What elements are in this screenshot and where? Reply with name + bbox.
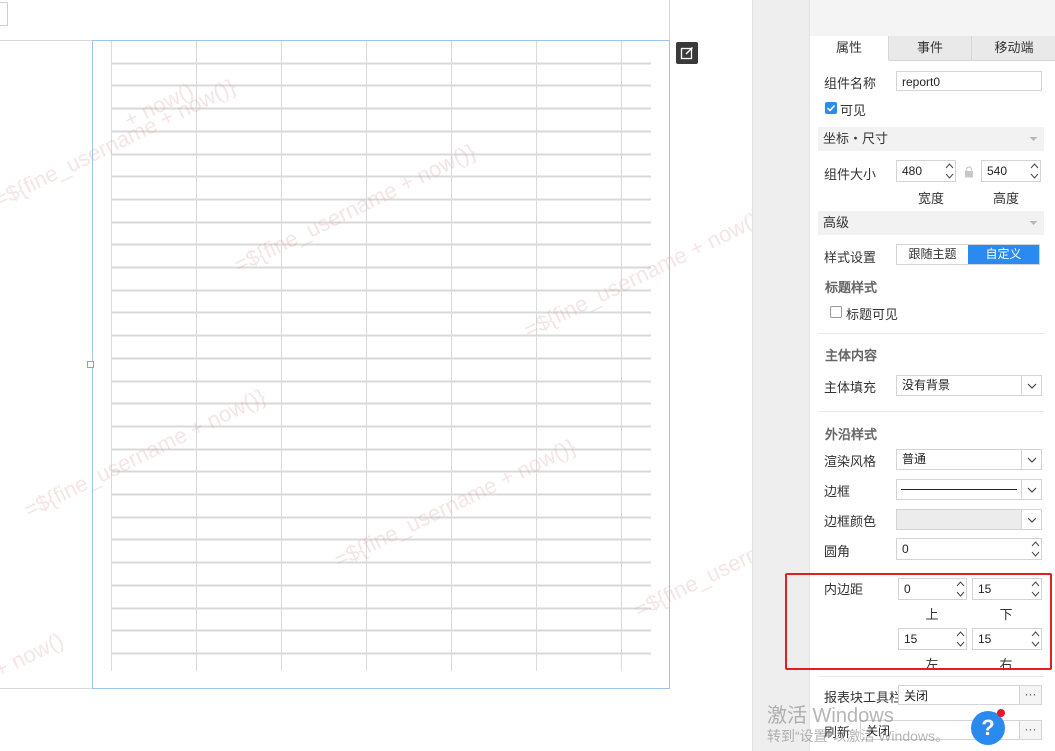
edit-icon [680,46,694,60]
design-canvas[interactable]: =${fine_username + now()} =${fine_userna… [0,0,752,751]
style-toggle-group: 跟随主题 自定义 [896,244,1040,265]
height-input[interactable]: 540 [981,160,1041,182]
title-style-heading: 标题样式 [825,280,878,295]
collapse-icon [1029,211,1038,243]
size-label: 组件大小 [824,167,877,182]
refresh-more-button[interactable]: ··· [1019,720,1042,740]
style-setting-label: 样式设置 [824,250,877,265]
height-value: 540 [987,164,1008,178]
radius-input[interactable]: 0 [896,538,1042,560]
panel-header [810,0,1055,36]
width-caption: 宽度 [917,191,944,206]
radius-value: 0 [902,542,909,556]
body-content-heading: 主体内容 [825,348,878,363]
body-fill-value: 没有背景 [902,378,951,392]
title-visible-label: 标题可见 [846,307,899,322]
coords-section-bar[interactable]: 坐标・尺寸 [818,127,1044,151]
chevron-down-icon [1021,376,1041,395]
border-color-label: 边框颜色 [824,514,877,529]
width-value: 480 [902,164,923,178]
divider [818,411,1044,412]
report-toolbar-value[interactable]: 关闭 [898,685,1019,705]
advanced-section-bar[interactable]: 高级 [818,211,1044,235]
title-visible-checkbox[interactable] [830,306,842,318]
canvas-top-area [0,0,668,41]
style-follow-theme-button[interactable]: 跟随主题 [897,245,968,264]
report-toolbar-more-button[interactable]: ··· [1019,685,1042,705]
render-style-select[interactable]: 普通 [896,449,1042,470]
render-style-value: 普通 [902,452,927,466]
visible-checkbox[interactable] [825,102,837,114]
increment-icon[interactable] [1030,539,1041,549]
notification-dot [997,709,1005,717]
windows-activation-title: 激活 Windows [767,705,894,727]
chevron-down-icon [1021,480,1041,499]
tab-properties[interactable]: 属性 [810,36,889,61]
top-widget-edge[interactable] [0,2,8,26]
style-custom-button[interactable]: 自定义 [968,245,1039,264]
decrement-icon[interactable] [1029,171,1040,181]
visible-label: 可见 [840,103,867,118]
divider [818,333,1044,334]
lock-icon[interactable] [964,166,974,181]
outer-style-heading: 外沿样式 [825,427,878,442]
decrement-icon[interactable] [944,171,955,181]
border-style-select[interactable] [896,479,1042,500]
border-label: 边框 [824,484,851,499]
report-widget[interactable] [92,40,670,689]
tab-mobile[interactable]: 移动端 [972,36,1055,61]
body-fill-label: 主体填充 [824,380,877,395]
report-table-grid [111,41,651,671]
decrement-icon[interactable] [1030,549,1041,559]
increment-icon[interactable] [1029,161,1040,171]
edit-widget-button[interactable] [676,42,698,64]
widget-name-input[interactable]: report0 [896,71,1042,91]
body-fill-select[interactable]: 没有背景 [896,375,1042,396]
radius-label: 圆角 [824,544,851,559]
render-style-label: 渲染风格 [824,454,877,469]
widget-name-label: 组件名称 [824,76,877,91]
coords-section-title: 坐标・尺寸 [823,131,889,146]
advanced-section-title: 高级 [823,215,850,230]
border-color-select[interactable] [896,509,1042,530]
height-caption: 高度 [992,191,1019,206]
checkmark-icon [826,104,836,112]
collapse-icon [1029,127,1038,159]
chevron-down-icon [1021,510,1041,529]
width-input[interactable]: 480 [896,160,956,182]
windows-activation-hint: 转到“设置”以激活 Windows。 [767,728,950,744]
border-line-preview [901,489,1017,490]
increment-icon[interactable] [944,161,955,171]
divider [818,676,1044,677]
padding-highlight-annotation [785,573,1052,670]
tab-events[interactable]: 事件 [889,36,972,61]
chevron-down-icon [1021,450,1041,469]
resize-handle[interactable] [87,361,94,368]
